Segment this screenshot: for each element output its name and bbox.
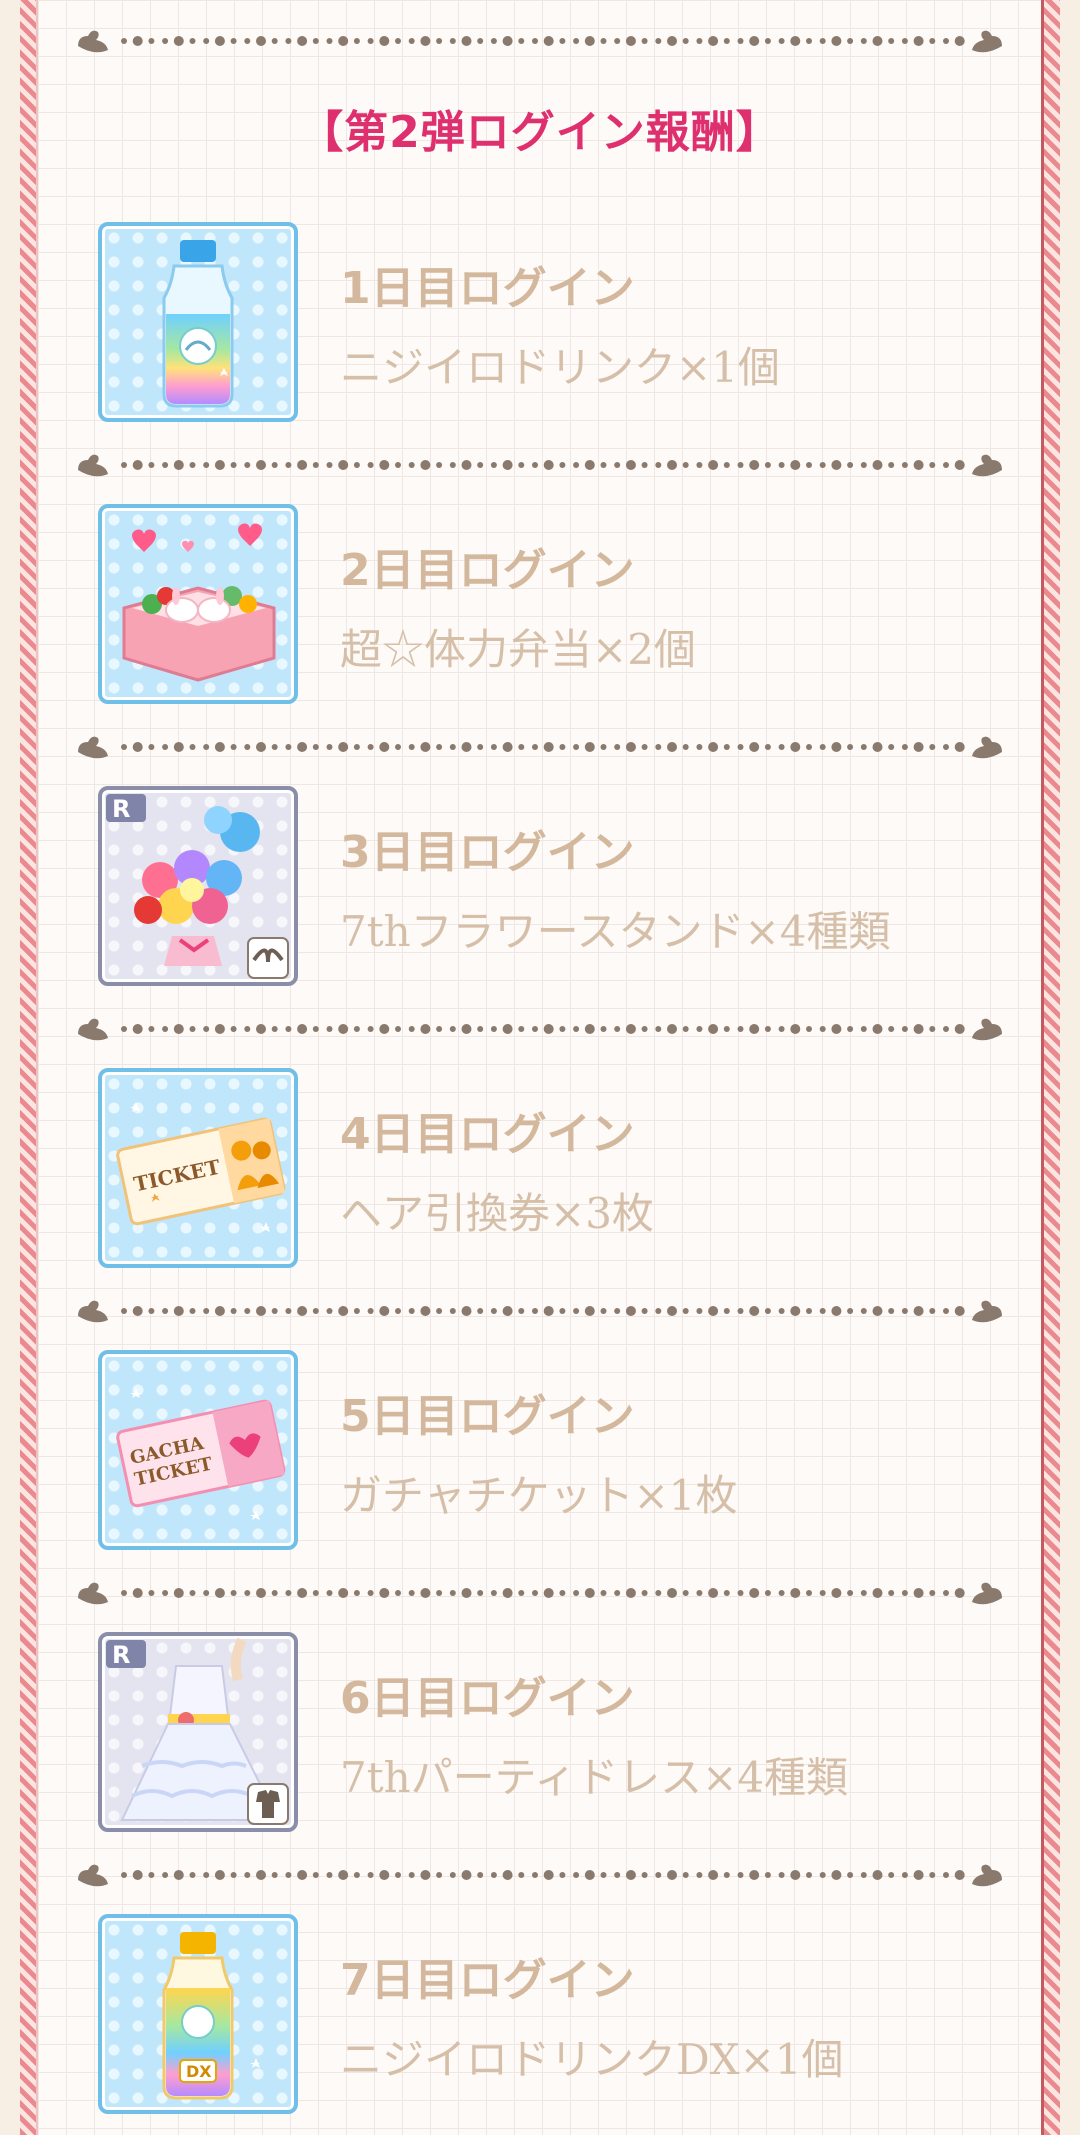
gacha-ticket-icon: GACHA TICKET [98,1350,298,1550]
dotted-divider [78,1576,1002,1610]
dotted-divider [78,448,1002,482]
reward-row-day-4: TICKET 4日目ログイン ヘア引換券×3枚 [98,1068,978,1272]
reward-item-label: 超☆体力弁当×2個 [340,625,696,674]
bento-box-icon [98,504,298,704]
rarity-badge: R [112,1641,130,1669]
reward-day-label: 7日目ログイン [340,1955,635,2006]
frame-right-border [1041,0,1060,2135]
reward-row-day-5: GACHA TICKET 5日目ログイン ガチャチケット×1枚 [98,1350,978,1554]
dx-badge: DX [186,2062,212,2081]
rainbow-drink-icon [98,222,298,422]
reward-day-label: 2日目ログイン [340,545,635,596]
frame-left-border [20,0,38,2135]
reward-item-label: ニジイロドリンク×1個 [340,343,780,392]
reward-item-label: ヘア引換券×3枚 [340,1189,654,1238]
reward-day-label: 4日目ログイン [340,1109,635,1160]
dotted-divider [78,1294,1002,1328]
rainbow-drink-dx-icon: DX [98,1914,298,2114]
reward-row-day-7: DX 7日目ログイン ニジイロドリンクDX×1個 [98,1914,978,2118]
reward-row-day-2: 2日目ログイン 超☆体力弁当×2個 [98,504,978,708]
hair-ticket-icon: TICKET [98,1068,298,1268]
reward-day-label: 1日目ログイン [340,263,635,314]
reward-row-day-1: 1日目ログイン ニジイロドリンク×1個 [98,222,978,426]
dotted-divider [78,730,1002,764]
rarity-badge: R [112,795,130,823]
reward-day-label: 5日目ログイン [340,1391,635,1442]
section-heading: 【第2弾ログイン報酬】 [299,107,781,158]
reward-item-label: ガチャチケット×1枚 [340,1471,738,1520]
reward-item-label: ニジイロドリンクDX×1個 [340,2035,844,2084]
dotted-divider [78,1858,1002,1892]
reward-row-day-3: R 3日目ログイン 7thフラワースタンド×4種類 [98,786,978,990]
party-dress-icon: R [98,1632,298,1832]
dotted-divider [78,1012,1002,1046]
reward-row-day-6: R 6日目ログイン 7thパーティドレス×4種類 [98,1632,978,1836]
reward-day-label: 6日目ログイン [340,1673,635,1724]
reward-day-label: 3日目ログイン [340,827,635,878]
dotted-divider [78,24,1002,58]
reward-item-label: 7thパーティドレス×4種類 [340,1753,849,1802]
reward-item-label: 7thフラワースタンド×4種類 [340,907,891,956]
flower-stand-icon: R [98,786,298,986]
